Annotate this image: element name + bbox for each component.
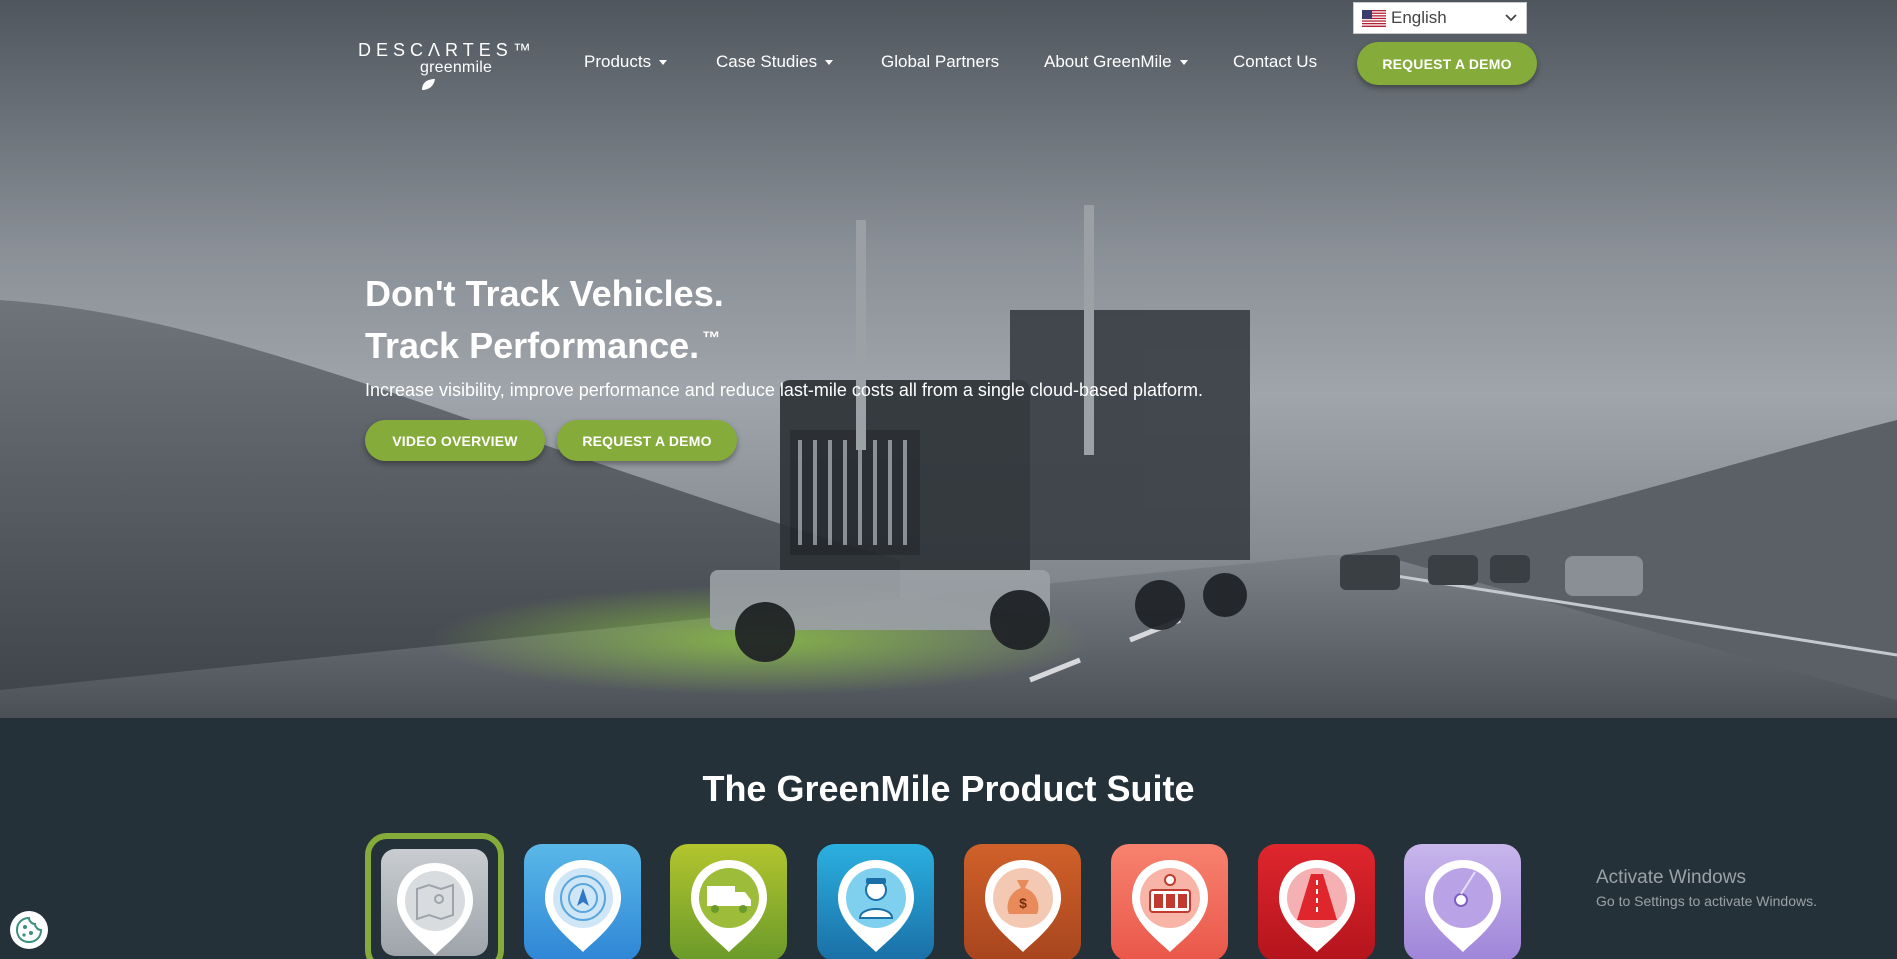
hero-subheadline: Increase visibility, improve performance… [365, 380, 1204, 400]
chevron-down-icon [1505, 14, 1517, 22]
language-selector-value: English [1391, 8, 1447, 27]
money-bag-icon: $ [984, 860, 1061, 952]
watermark-line-2: Go to Settings to activate Windows. [1596, 893, 1817, 909]
nav-item-contact-us[interactable]: Contact Us [1233, 52, 1317, 72]
map-pin-icon [396, 863, 473, 955]
gps-navigation-icon [544, 860, 621, 952]
product-tile-2[interactable] [524, 844, 641, 959]
video-overview-button[interactable]: VIDEO OVERVIEW [365, 420, 545, 461]
svg-text:$: $ [1019, 895, 1027, 911]
nav-item-global-partners[interactable]: Global Partners [881, 52, 999, 72]
nav-item-label: Case Studies [716, 52, 818, 71]
product-tile-6[interactable] [1111, 844, 1228, 959]
delivery-truck-icon [690, 860, 767, 952]
product-tile-5[interactable]: $ [964, 844, 1081, 959]
logo-line-1: DESCΛRTES™ [358, 40, 536, 60]
slot-machine-icon [1131, 860, 1208, 952]
nav-item-case-studies[interactable]: Case Studies [716, 52, 834, 72]
product-tile-4[interactable] [817, 844, 934, 959]
descartes-greenmile-logo[interactable]: DESCΛRTES™ greenmile [358, 40, 536, 90]
product-suite-title: The GreenMile Product Suite [702, 768, 1195, 809]
nav-item-label: Global Partners [881, 52, 1000, 71]
road-icon [1278, 860, 1355, 952]
cookie-icon [15, 916, 43, 944]
product-tile-8[interactable] [1404, 844, 1521, 959]
hero-request-demo-button[interactable]: REQUEST A DEMO [557, 420, 737, 461]
hero-headline-line-1: Don't Track Vehicles. [365, 273, 724, 314]
hero-headline: Don't Track Vehicles. Track Performance.… [365, 272, 724, 368]
location-pin-icon [1424, 860, 1501, 952]
nav-item-about-greenmile[interactable]: About GreenMile [1044, 52, 1188, 72]
hero-headline-line-2: Track Performance. ™ [365, 325, 721, 366]
nav-item-label: About GreenMile [1044, 52, 1172, 71]
nav-request-demo-button[interactable]: REQUEST A DEMO [1357, 42, 1537, 85]
product-tile-7[interactable] [1258, 844, 1375, 959]
nav-item-label: Contact Us [1233, 52, 1318, 71]
logo-line-2: greenmile [420, 59, 508, 95]
leaf-icon [422, 79, 435, 90]
product-tile-3[interactable] [670, 844, 787, 959]
hero-background-image [0, 0, 1897, 718]
nav-item-products[interactable]: Products [584, 52, 668, 72]
language-selector[interactable]: English [1353, 2, 1527, 34]
us-flag-icon [1362, 9, 1386, 27]
product-tile-1[interactable] [365, 833, 504, 959]
driver-person-icon [837, 860, 914, 952]
cookie-settings-button[interactable] [10, 911, 48, 949]
windows-activation-watermark: Activate Windows Go to Settings to activ… [1596, 867, 1817, 909]
nav-item-label: Products [584, 52, 652, 71]
hero-section: English DESCΛRTES™ greenmile Products Ca… [0, 0, 1897, 718]
caret-down-icon [1179, 59, 1188, 65]
watermark-line-1: Activate Windows [1596, 867, 1746, 888]
caret-down-icon [659, 59, 668, 65]
trademark-symbol: ™ [702, 328, 721, 348]
caret-down-icon [825, 59, 834, 65]
